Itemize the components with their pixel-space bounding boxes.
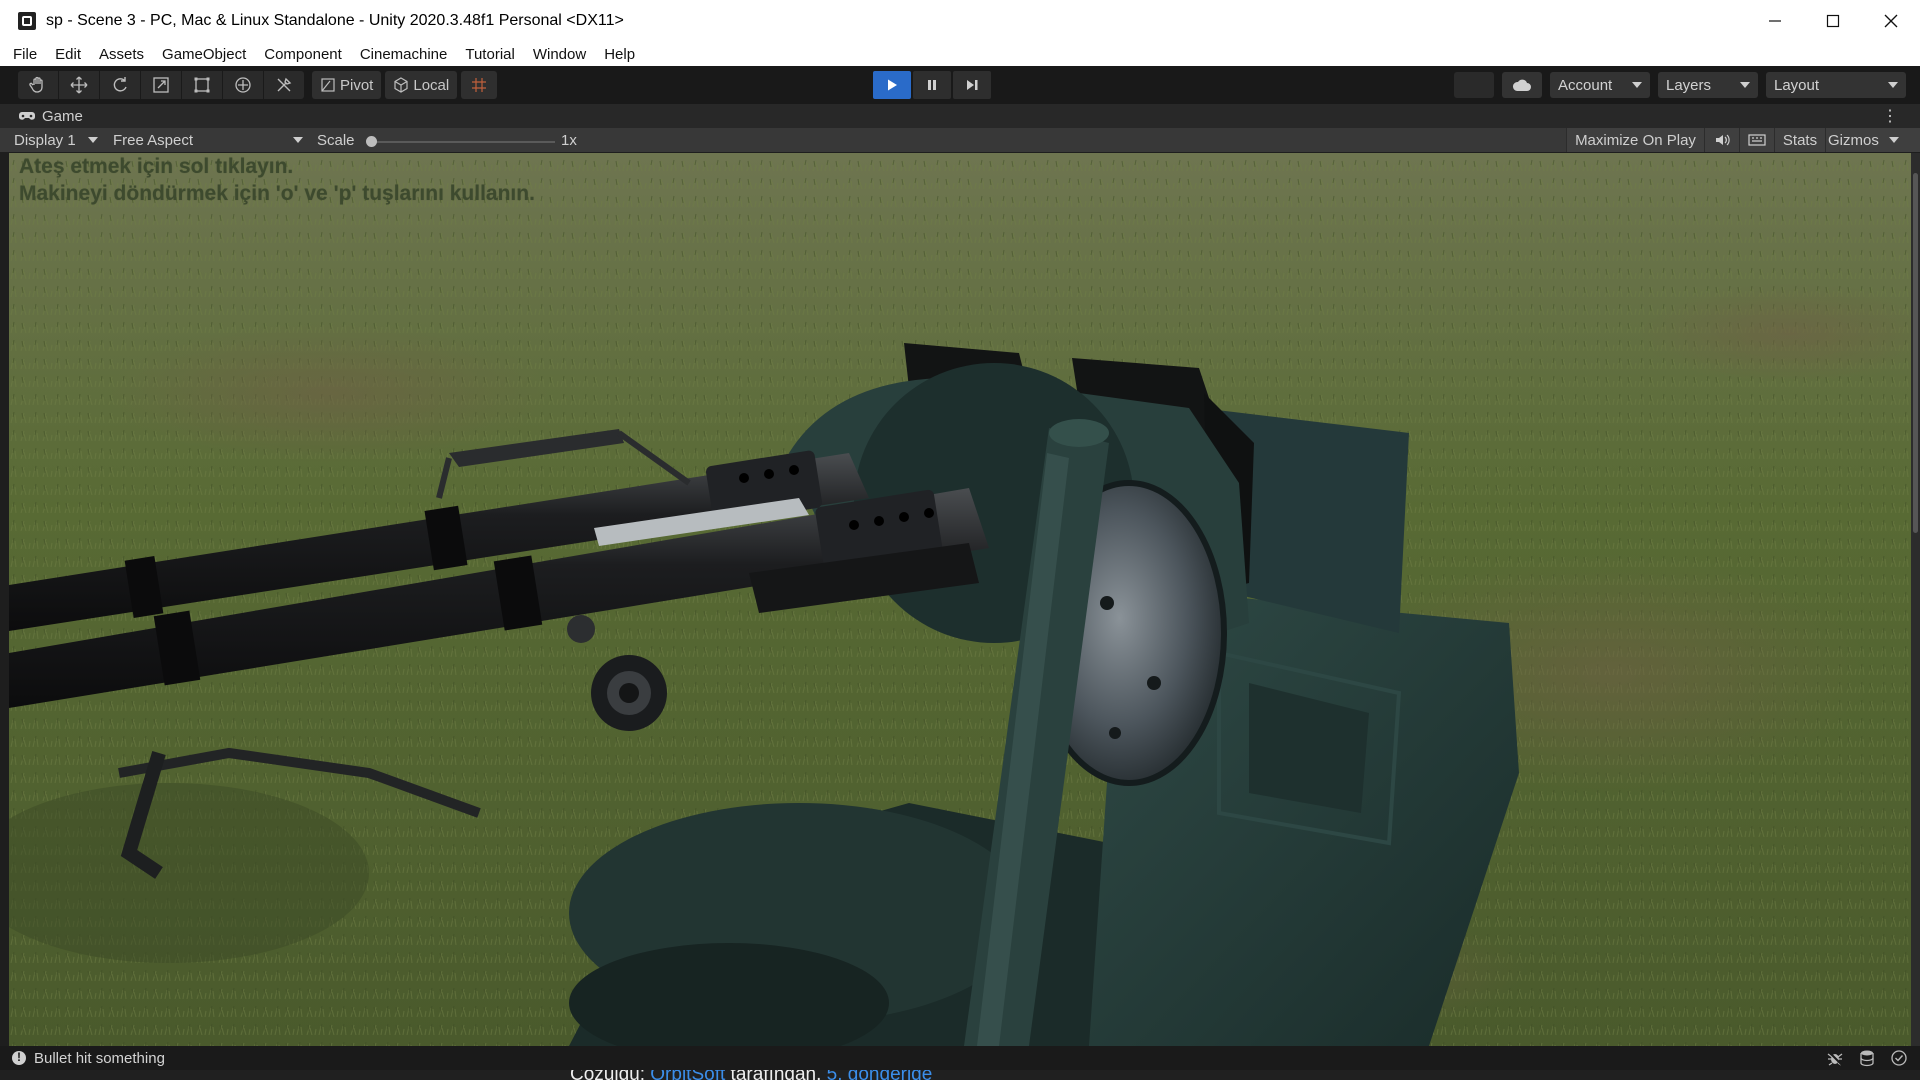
tab-game-label: Game [42, 107, 83, 125]
scale-label: Scale [317, 131, 355, 149]
maximize-label: Maximize On Play [1575, 131, 1696, 149]
pause-icon[interactable] [913, 71, 951, 99]
layout-dropdown[interactable]: Layout [1766, 72, 1906, 98]
right-toolbar: Account Layers Layout [1454, 72, 1906, 98]
account-dropdown[interactable]: Account [1550, 72, 1650, 98]
local-label: Local [413, 76, 450, 94]
menu-file[interactable]: File [4, 46, 46, 63]
transform-tools [18, 71, 304, 99]
minimize-icon[interactable] [1746, 0, 1804, 42]
background-text: Çözüldü: OrbitSoft tarafından. 5. gönder… [570, 1070, 932, 1080]
viewport-scrollbar[interactable] [1911, 153, 1920, 1046]
window-title: sp - Scene 3 - PC, Mac & Linux Standalon… [46, 12, 624, 29]
bg-text-prefix: Çözüldü: [570, 1070, 645, 1080]
keyboard-shortcuts-button[interactable] [1739, 128, 1774, 152]
menu-help[interactable]: Help [595, 46, 644, 63]
bg-link-user[interactable]: OrbitSoft [650, 1070, 725, 1080]
status-message: Bullet hit something [34, 1049, 165, 1067]
mute-audio-button[interactable] [1704, 128, 1739, 152]
pivot-button[interactable]: Pivot [312, 71, 382, 99]
maximize-icon[interactable] [1804, 0, 1862, 42]
play-icon[interactable] [873, 71, 911, 99]
window-controls [1746, 0, 1920, 42]
local-button[interactable]: Local [385, 71, 458, 99]
turret-scene-render [9, 153, 1911, 1046]
status-bar[interactable]: Bullet hit something [0, 1046, 1920, 1070]
maximize-on-play-button[interactable]: Maximize On Play [1566, 128, 1704, 152]
grid-snap-button[interactable] [461, 71, 498, 99]
menu-cinemachine[interactable]: Cinemachine [351, 46, 457, 63]
menu-assets[interactable]: Assets [90, 46, 153, 63]
collab-button[interactable] [1454, 72, 1494, 98]
menu-edit[interactable]: Edit [46, 46, 90, 63]
status-icons [1826, 1049, 1908, 1067]
play-controls [873, 71, 991, 99]
menu-component[interactable]: Component [255, 46, 351, 63]
local-cube-icon [394, 77, 408, 93]
bug-icon[interactable] [1826, 1049, 1844, 1067]
game-tab-row: Game ⋮ [0, 104, 1920, 128]
aspect-label: Free Aspect [113, 131, 194, 149]
pivot-label: Pivot [340, 76, 374, 94]
game-viewport[interactable]: Ateş etmek için sol tıklayın. Makineyi d… [9, 153, 1911, 1046]
stats-label: Stats [1782, 131, 1818, 149]
chevron-down-icon [293, 137, 303, 143]
scale-tool-icon[interactable] [141, 71, 182, 99]
scale-value: 1x [561, 131, 577, 149]
hint-rotate: Makineyi döndürmek için 'o' ve 'p' tuşla… [19, 182, 535, 205]
menu-tutorial[interactable]: Tutorial [456, 46, 523, 63]
move-tool-icon[interactable] [59, 71, 100, 99]
speaker-icon [1716, 134, 1730, 146]
chevron-down-icon [1888, 82, 1898, 88]
display-label: Display 1 [14, 131, 76, 149]
rect-tool-icon[interactable] [182, 71, 223, 99]
cloud-icon [1512, 79, 1531, 91]
custom-tool-icon[interactable] [264, 71, 304, 99]
cache-server-icon[interactable] [1858, 1049, 1876, 1067]
bg-link-post[interactable]: 5. gönderide [827, 1070, 933, 1080]
scale-slider-handle[interactable] [366, 136, 377, 147]
hint-fire: Ateş etmek için sol tıklayın. [19, 155, 294, 178]
pivot-toggles: Pivot Local [312, 71, 498, 99]
cloud-button[interactable] [1502, 72, 1542, 98]
progress-check-icon[interactable] [1890, 1049, 1908, 1067]
grid-snap-icon [472, 78, 487, 92]
rotate-tool-icon[interactable] [100, 71, 141, 99]
step-icon[interactable] [953, 71, 991, 99]
stats-button[interactable]: Stats [1774, 128, 1825, 152]
menu-gameobject[interactable]: GameObject [153, 46, 255, 63]
background-window-strip: Çözüldü: OrbitSoft tarafından. 5. gönder… [0, 1070, 1920, 1080]
chevron-down-icon [1632, 82, 1642, 88]
title-bar: sp - Scene 3 - PC, Mac & Linux Standalon… [0, 0, 1920, 42]
hand-tool-icon[interactable] [18, 71, 59, 99]
bg-text-mid: tarafından. [731, 1070, 822, 1080]
scrollbar-thumb[interactable] [1913, 173, 1918, 533]
game-view-controls: Display 1 Free Aspect Scale 1x Maximize … [0, 128, 1920, 152]
close-icon[interactable] [1862, 0, 1920, 42]
unity-app-icon [18, 12, 36, 30]
keyboard-icon [1748, 134, 1766, 146]
scale-slider-track[interactable] [370, 141, 555, 143]
layout-label: Layout [1774, 76, 1820, 94]
warning-icon [12, 1050, 26, 1065]
chevron-down-icon [87, 137, 98, 143]
gizmos-dropdown[interactable]: Gizmos [1825, 128, 1920, 152]
chevron-down-icon [1888, 137, 1899, 143]
menu-window[interactable]: Window [524, 46, 595, 63]
aspect-dropdown[interactable]: Free Aspect [113, 128, 303, 152]
transform-tool-icon[interactable] [223, 71, 264, 99]
main-toolbar: Pivot Local Account Layers Layout [0, 66, 1920, 104]
gamepad-icon [19, 112, 35, 120]
unity-window: sp - Scene 3 - PC, Mac & Linux Standalon… [0, 0, 1920, 1080]
account-label: Account [1558, 76, 1613, 94]
display-dropdown[interactable]: Display 1 [14, 128, 106, 152]
menu-bar: File Edit Assets GameObject Component Ci… [0, 42, 1920, 67]
layers-dropdown[interactable]: Layers [1658, 72, 1758, 98]
chevron-down-icon [1740, 82, 1750, 88]
layers-label: Layers [1666, 76, 1712, 94]
tab-game[interactable]: Game [18, 108, 83, 125]
more-options-icon[interactable]: ⋮ [1882, 106, 1898, 126]
gizmos-label: Gizmos [1828, 131, 1879, 149]
pivot-icon [321, 78, 335, 92]
